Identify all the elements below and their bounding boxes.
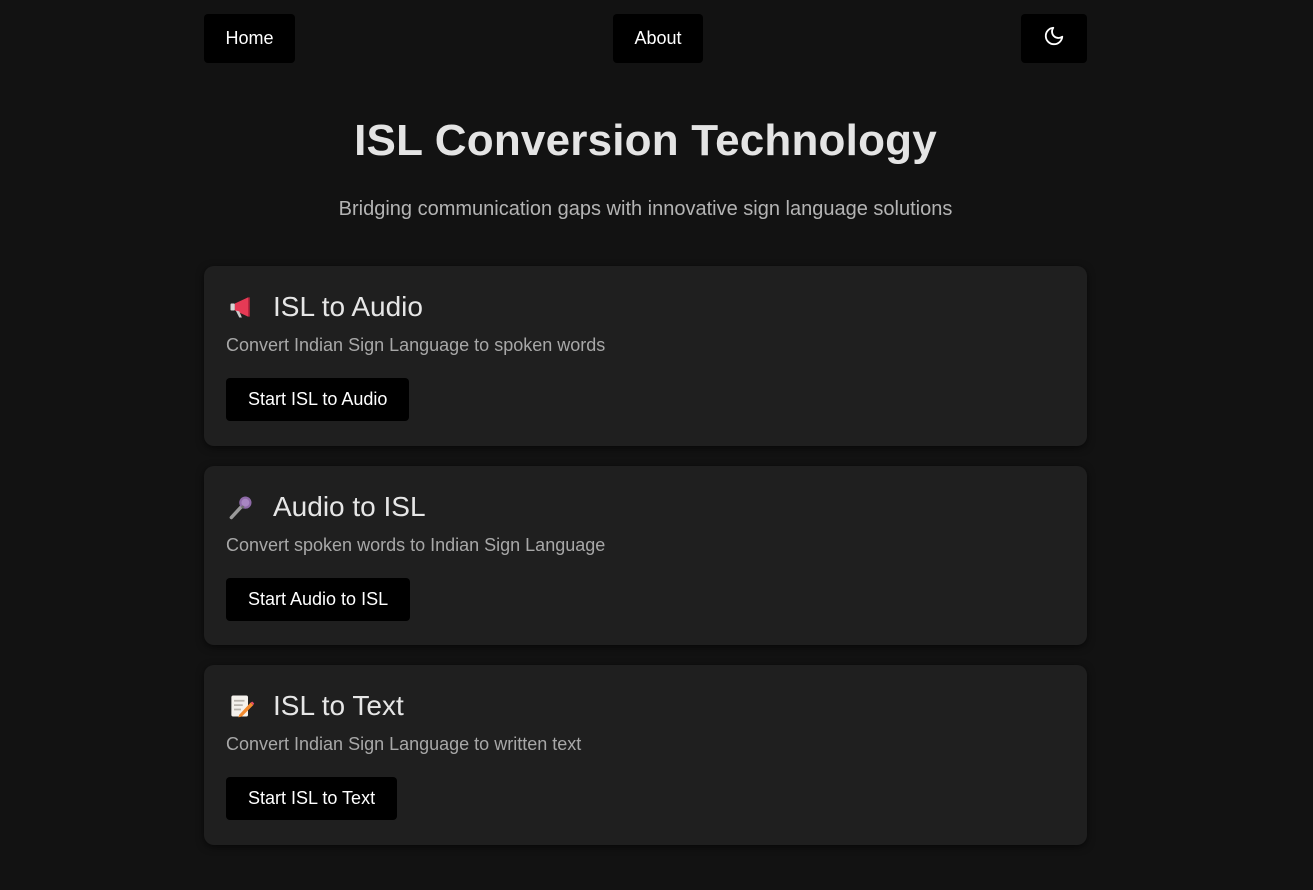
start-isl-to-audio-button[interactable]: Start ISL to Audio — [226, 378, 410, 421]
microphone-icon — [226, 492, 256, 522]
card-description: Convert spoken words to Indian Sign Lang… — [226, 535, 606, 555]
moon-icon — [1043, 25, 1065, 52]
card-isl-to-audio: ISL to Audio Convert Indian Sign Languag… — [204, 266, 1087, 446]
home-button[interactable]: Home — [204, 14, 295, 63]
megaphone-icon — [226, 292, 256, 322]
card-isl-to-text: ISL to Text Convert Indian Sign Language… — [204, 665, 1087, 845]
card-header: ISL to Text — [226, 689, 404, 723]
card-description: Convert Indian Sign Language to spoken w… — [226, 335, 606, 355]
card-header: ISL to Audio — [226, 290, 423, 324]
card-audio-to-isl: Audio to ISL Convert spoken words to Ind… — [204, 466, 1087, 645]
card-title: Audio to ISL — [273, 491, 426, 522]
page-title: ISL Conversion Technology — [354, 116, 937, 165]
card-header: Audio to ISL — [226, 490, 426, 524]
theme-toggle-button[interactable] — [1021, 14, 1087, 63]
card-title: ISL to Text — [273, 690, 404, 721]
start-isl-to-text-button[interactable]: Start ISL to Text — [226, 777, 398, 820]
top-nav: Home About — [204, 14, 1087, 63]
memo-icon — [226, 691, 256, 721]
about-button[interactable]: About — [613, 14, 703, 63]
start-audio-to-isl-button[interactable]: Start Audio to ISL — [226, 578, 411, 621]
page-subtitle: Bridging communication gaps with innovat… — [338, 198, 953, 220]
card-description: Convert Indian Sign Language to written … — [226, 734, 582, 754]
card-title: ISL to Audio — [273, 291, 423, 322]
